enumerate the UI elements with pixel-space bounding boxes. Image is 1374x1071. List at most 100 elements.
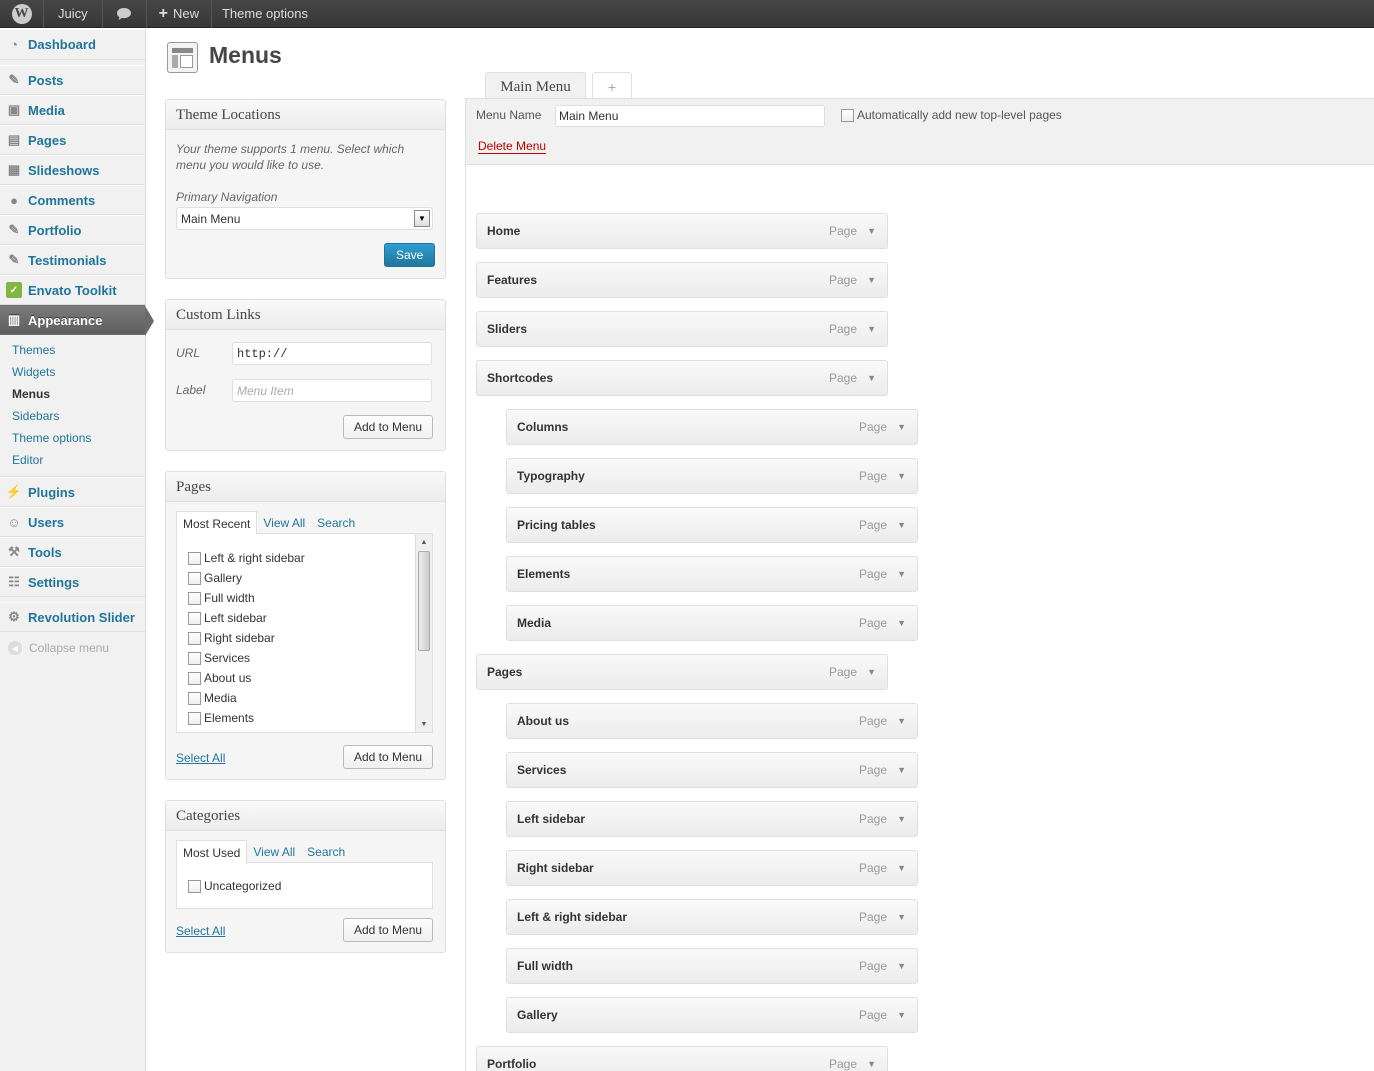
menu-item-row[interactable]: Portfolio Page ▼ — [476, 1046, 888, 1071]
menu-item-plugins[interactable]: ⚡ Plugins — [0, 477, 145, 507]
menu-item-pages[interactable]: ▤ Pages — [0, 125, 145, 155]
menu-item-dashboard[interactable]: ◔ Dashboard — [0, 29, 145, 60]
expand-arrow-icon[interactable]: ▼ — [897, 520, 906, 530]
submenu-item-themes[interactable]: Themes — [0, 339, 145, 361]
checkbox[interactable] — [188, 591, 201, 605]
checkbox[interactable] — [188, 571, 201, 585]
list-item[interactable]: Uncategorized — [188, 876, 281, 896]
expand-arrow-icon[interactable]: ▼ — [897, 1010, 906, 1020]
menu-item-row[interactable]: Features Page ▼ — [476, 262, 888, 298]
url-input[interactable]: http:// — [232, 342, 432, 365]
list-item[interactable]: About us — [188, 668, 305, 688]
menu-item-row[interactable]: Full width Page ▼ — [506, 948, 918, 984]
pages-list-scrollbar[interactable]: ▲ ▼ — [415, 534, 432, 732]
expand-arrow-icon[interactable]: ▼ — [897, 961, 906, 971]
pages-add-to-menu-button[interactable]: Add to Menu — [343, 745, 434, 769]
menu-item-envato-toolkit[interactable]: ✓ Envato Toolkit — [0, 275, 145, 305]
checkbox[interactable] — [188, 651, 201, 665]
primary-navigation-select[interactable]: Main Menu ▼ — [176, 207, 433, 230]
expand-arrow-icon[interactable]: ▼ — [867, 324, 876, 334]
collapse-menu-button[interactable]: ◀ Collapse menu — [0, 632, 145, 664]
theme-options-link[interactable]: Theme options — [212, 0, 318, 28]
expand-arrow-icon[interactable]: ▼ — [867, 667, 876, 677]
menu-item-row[interactable]: About us Page ▼ — [506, 703, 918, 739]
menu-name-input[interactable]: Main Menu — [555, 105, 825, 127]
list-item[interactable]: Right sidebar — [188, 628, 305, 648]
expand-arrow-icon[interactable]: ▼ — [897, 912, 906, 922]
menu-item-portfolio[interactable]: ✎ Portfolio — [0, 215, 145, 245]
categories-add-to-menu-button[interactable]: Add to Menu — [343, 918, 434, 942]
auto-add-checkbox[interactable] — [841, 108, 854, 122]
expand-arrow-icon[interactable]: ▼ — [897, 569, 906, 579]
menu-item-comments[interactable]: ● Comments — [0, 185, 145, 215]
list-item[interactable]: Left sidebar — [188, 608, 305, 628]
expand-arrow-icon[interactable]: ▼ — [897, 422, 906, 432]
label-input[interactable]: Menu Item — [232, 379, 432, 402]
menu-item-media[interactable]: ▣ Media — [0, 95, 145, 125]
checkbox[interactable] — [188, 631, 201, 645]
scroll-up-arrow-icon[interactable]: ▲ — [416, 534, 432, 550]
expand-arrow-icon[interactable]: ▼ — [867, 275, 876, 285]
expand-arrow-icon[interactable]: ▼ — [897, 618, 906, 628]
list-item[interactable]: Gallery — [188, 568, 305, 588]
list-item[interactable]: Left & right sidebar — [188, 548, 305, 568]
submenu-item-widgets[interactable]: Widgets — [0, 361, 145, 383]
list-item[interactable]: Full width — [188, 588, 305, 608]
menu-item-row[interactable]: Elements Page ▼ — [506, 556, 918, 592]
expand-arrow-icon[interactable]: ▼ — [897, 863, 906, 873]
wordpress-logo-icon[interactable]: W — [0, 0, 44, 28]
tab-search[interactable]: Search — [311, 511, 361, 535]
pages-select-all-link[interactable]: Select All — [176, 751, 225, 765]
tab-search[interactable]: Search — [301, 840, 351, 864]
tab-main-menu[interactable]: Main Menu — [485, 72, 586, 101]
add-menu-tab[interactable]: + — [592, 72, 632, 100]
expand-arrow-icon[interactable]: ▼ — [867, 226, 876, 236]
checkbox[interactable] — [188, 879, 201, 893]
menu-item-row[interactable]: Typography Page ▼ — [506, 458, 918, 494]
menu-item-row[interactable]: Shortcodes Page ▼ — [476, 360, 888, 396]
menu-item-row[interactable]: Home Page ▼ — [476, 213, 888, 249]
expand-arrow-icon[interactable]: ▼ — [897, 471, 906, 481]
list-item[interactable]: Media — [188, 688, 305, 708]
menu-item-posts[interactable]: ✎ Posts — [0, 65, 145, 95]
menu-item-revolution-slider[interactable]: ⚙ Revolution Slider — [0, 602, 145, 632]
menu-item-row[interactable]: Media Page ▼ — [506, 605, 918, 641]
menu-item-row[interactable]: Pricing tables Page ▼ — [506, 507, 918, 543]
tab-view-all[interactable]: View All — [247, 840, 301, 864]
list-item[interactable]: Services — [188, 648, 305, 668]
menu-item-row[interactable]: Left sidebar Page ▼ — [506, 801, 918, 837]
menu-item-appearance[interactable]: ▥ Appearance — [0, 305, 154, 336]
expand-arrow-icon[interactable]: ▼ — [867, 1059, 876, 1069]
scrollbar-thumb[interactable] — [418, 551, 430, 651]
menu-item-row[interactable]: Services Page ▼ — [506, 752, 918, 788]
menu-item-row[interactable]: Columns Page ▼ — [506, 409, 918, 445]
submenu-item-sidebars[interactable]: Sidebars — [0, 405, 145, 427]
menu-item-row[interactable]: Pages Page ▼ — [476, 654, 888, 690]
auto-add-pages-option[interactable]: Automatically add new top-level pages — [841, 108, 1062, 122]
submenu-item-editor[interactable]: Editor — [0, 449, 145, 471]
list-item[interactable]: Elements — [188, 708, 305, 728]
checkbox[interactable] — [188, 671, 201, 685]
site-name-link[interactable]: Juicy — [44, 0, 103, 28]
menu-item-tools[interactable]: ⚒ Tools — [0, 537, 145, 567]
comments-icon[interactable] — [103, 0, 147, 28]
submenu-item-theme-options[interactable]: Theme options — [0, 427, 145, 449]
menu-item-users[interactable]: ☺ Users — [0, 507, 145, 537]
menu-item-settings[interactable]: ☷ Settings — [0, 567, 145, 597]
expand-arrow-icon[interactable]: ▼ — [897, 765, 906, 775]
expand-arrow-icon[interactable]: ▼ — [897, 716, 906, 726]
menu-item-row[interactable]: Gallery Page ▼ — [506, 997, 918, 1033]
tab-most-recent[interactable]: Most Recent — [176, 511, 258, 535]
menu-item-row[interactable]: Sliders Page ▼ — [476, 311, 888, 347]
tab-most-used[interactable]: Most Used — [176, 840, 248, 864]
expand-arrow-icon[interactable]: ▼ — [867, 373, 876, 383]
delete-menu-link[interactable]: Delete Menu — [478, 139, 547, 154]
new-content-button[interactable]: + New — [147, 0, 212, 28]
checkbox[interactable] — [188, 551, 201, 565]
checkbox[interactable] — [188, 711, 201, 725]
checkbox[interactable] — [188, 691, 201, 705]
menu-item-slideshows[interactable]: ▦ Slideshows — [0, 155, 145, 185]
submenu-item-menus[interactable]: Menus — [0, 383, 145, 405]
checkbox[interactable] — [188, 731, 201, 732]
expand-arrow-icon[interactable]: ▼ — [897, 814, 906, 824]
